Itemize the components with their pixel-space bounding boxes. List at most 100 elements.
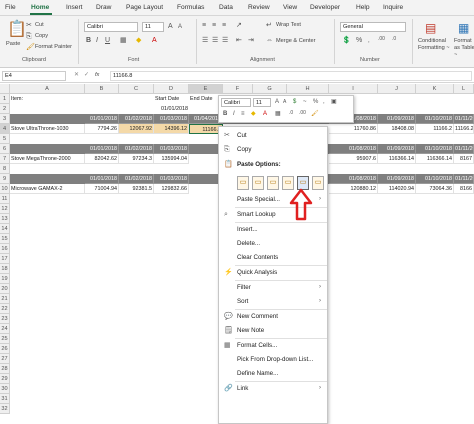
increase-font-icon[interactable]: A	[275, 99, 279, 105]
font-size-select[interactable]: 11	[142, 22, 164, 32]
row-header[interactable]: 8	[0, 164, 10, 174]
cell-C8[interactable]: 92381.5	[119, 184, 154, 194]
row-header[interactable]: 12	[0, 204, 10, 214]
cell-K4[interactable]: 11166.2	[416, 124, 454, 134]
row-header[interactable]: 2	[0, 104, 10, 114]
cancel-icon[interactable]: ✕	[74, 72, 79, 78]
cell-J4[interactable]: 18408.08	[378, 124, 416, 134]
copy-button[interactable]: Copy	[35, 33, 48, 39]
menu-item-copy[interactable]: ⎘ Copy	[219, 144, 327, 155]
paste-icon[interactable]: 📋	[7, 22, 27, 38]
cell-A8[interactable]: Microwave GAMAX-2	[10, 184, 85, 194]
row-header[interactable]: 10	[0, 184, 10, 194]
row-header[interactable]: 15	[0, 234, 10, 244]
increase-font-icon[interactable]: A	[168, 23, 173, 30]
accounting-format-icon[interactable]: $	[293, 99, 296, 105]
date-cell[interactable]: 01/11/2018	[454, 114, 474, 124]
date-cell[interactable]: 01/03/2018	[154, 174, 189, 184]
bold-icon[interactable]: B	[223, 111, 227, 117]
column-header[interactable]: H	[287, 84, 329, 94]
row-header[interactable]: 23	[0, 314, 10, 324]
cell-I6[interactable]: 95907.6	[329, 154, 378, 164]
column-header[interactable]: J	[378, 84, 416, 94]
cell-A4[interactable]: Stove UltraThrone-1030	[10, 124, 85, 134]
bold-icon[interactable]: B	[86, 37, 91, 44]
format-cells-icon[interactable]: ▣	[331, 99, 337, 105]
menu-item-link[interactable]: 🔗 Link ›	[219, 383, 327, 394]
row-header[interactable]: 11	[0, 194, 10, 204]
format-painter-icon[interactable]: 🖌	[311, 111, 319, 117]
percent-icon[interactable]: %	[313, 99, 318, 105]
align-middle-icon[interactable]: ≡	[212, 22, 216, 29]
mini-font-select[interactable]: Calibri	[221, 98, 251, 107]
cell-A6[interactable]: Stove MegaThrone-2000	[10, 154, 85, 164]
cell-K8[interactable]: 73064.36	[416, 184, 454, 194]
orientation-icon[interactable]: ↗	[236, 22, 242, 29]
row-header[interactable]: 3	[0, 114, 10, 124]
cell-D4[interactable]: 14396.12	[154, 124, 189, 134]
decrease-indent-icon[interactable]: ⇤	[236, 37, 242, 44]
cell-A1[interactable]: Item:	[10, 94, 85, 104]
cell-L4[interactable]: 11166.2	[454, 124, 474, 134]
paste-button-label[interactable]: Paste	[6, 41, 20, 47]
row-header[interactable]: 22	[0, 304, 10, 314]
increase-indent-icon[interactable]: ⇥	[248, 37, 254, 44]
font-color-icon[interactable]: A	[152, 37, 157, 44]
paste-formulas-icon[interactable]: ▭	[267, 176, 279, 190]
row-header[interactable]: 17	[0, 254, 10, 264]
tab-file[interactable]: File	[5, 4, 16, 11]
cell-C2[interactable]: 01/01/2018	[154, 104, 189, 114]
align-center-icon[interactable]: ≡	[241, 111, 245, 117]
tab-page-layout[interactable]: Page Layout	[126, 4, 163, 11]
tab-help[interactable]: Help	[356, 4, 370, 11]
cell-C4[interactable]: 12067.92	[119, 124, 154, 134]
borders-icon[interactable]: ▦	[275, 111, 281, 117]
row-header[interactable]: 24	[0, 324, 10, 334]
row-header[interactable]: 18	[0, 264, 10, 274]
cut-button[interactable]: Cut	[35, 22, 44, 28]
tab-developer[interactable]: Developer	[310, 4, 340, 11]
menu-item-delete[interactable]: Delete...	[219, 238, 327, 249]
row-header[interactable]: 19	[0, 274, 10, 284]
decrease-font-icon[interactable]: A	[283, 100, 286, 105]
column-header[interactable]: C	[119, 84, 154, 94]
row-header[interactable]: 30	[0, 384, 10, 394]
menu-item-new-comment[interactable]: 💬 New Comment	[219, 311, 327, 322]
date-cell[interactable]: 01/09/2018	[378, 144, 416, 154]
date-cell[interactable]: 01/02/2018	[119, 174, 154, 184]
decrease-font-icon[interactable]: A	[178, 24, 182, 30]
row-header[interactable]: 27	[0, 354, 10, 364]
row-header[interactable]: 16	[0, 244, 10, 254]
row-header[interactable]: 5	[0, 134, 10, 144]
tab-data[interactable]: Data	[219, 4, 233, 11]
cell-B6[interactable]: 82042.62	[85, 154, 119, 164]
cell-C1[interactable]: Start Date	[154, 94, 189, 104]
row-header[interactable]: 31	[0, 394, 10, 404]
number-format-select[interactable]: General	[340, 22, 406, 32]
accounting-format-icon[interactable]: 💲	[342, 37, 351, 44]
column-header[interactable]: G	[253, 84, 287, 94]
italic-icon[interactable]: I	[233, 111, 235, 117]
cell-J6[interactable]: 116366.14	[378, 154, 416, 164]
tab-review[interactable]: Review	[248, 4, 270, 11]
menu-item-cut[interactable]: ✂ Cut	[219, 130, 327, 141]
comma-style-icon[interactable]: ,	[368, 38, 370, 44]
row-header[interactable]: 4	[0, 124, 10, 134]
column-header[interactable]: F	[223, 84, 253, 94]
menu-item-filter[interactable]: Filter ›	[219, 282, 327, 293]
row-header[interactable]: 9	[0, 174, 10, 184]
comma-style-icon[interactable]: ,	[323, 99, 325, 105]
select-all-corner[interactable]	[0, 84, 10, 94]
column-header[interactable]: E	[189, 84, 223, 94]
paste-option-icon[interactable]: ▭	[237, 176, 249, 190]
row-header[interactable]: 1	[0, 94, 10, 104]
borders-icon[interactable]: ▦	[120, 37, 127, 44]
function-icon[interactable]: fx	[95, 72, 99, 78]
menu-item-quick-analysis[interactable]: ⚡ Quick Analysis	[219, 267, 327, 278]
font-color-icon[interactable]: A	[263, 111, 267, 117]
underline-icon[interactable]: U	[105, 37, 110, 44]
cell-B8[interactable]: 71004.94	[85, 184, 119, 194]
date-cell[interactable]: 01/01/2018	[85, 174, 119, 184]
row-header[interactable]: 28	[0, 364, 10, 374]
font-name-select[interactable]: Calibri	[84, 22, 138, 32]
